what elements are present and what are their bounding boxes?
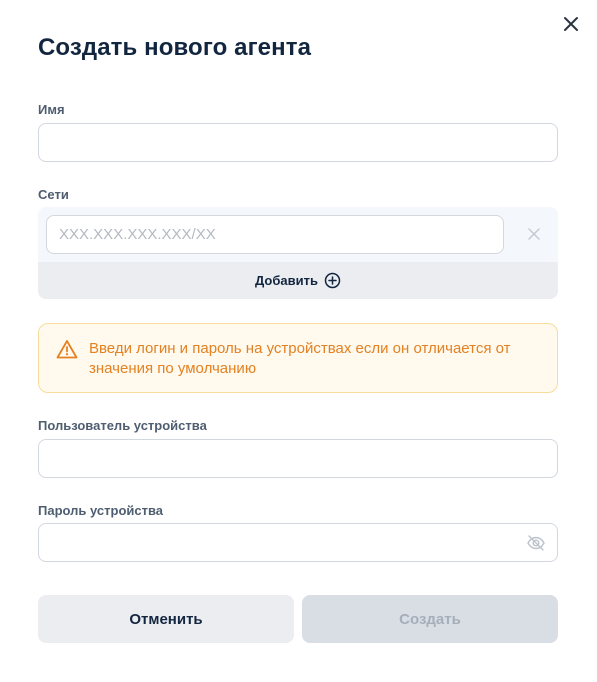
networks-section: Добавить	[38, 207, 558, 299]
network-input[interactable]	[46, 215, 504, 254]
name-label: Имя	[38, 102, 65, 117]
close-button[interactable]	[559, 12, 583, 36]
device-password-label: Пароль устройства	[38, 503, 164, 518]
warning-text: Введи логин и пароль на устройствах если…	[89, 340, 511, 377]
device-user-input[interactable]	[38, 439, 558, 478]
dialog-title: Создать нового агента	[38, 34, 312, 61]
close-icon	[564, 17, 578, 31]
plus-circle-icon	[324, 272, 341, 289]
add-network-button[interactable]: Добавить	[38, 262, 558, 299]
name-input[interactable]	[38, 123, 558, 162]
warning-triangle-icon	[56, 340, 78, 359]
create-button[interactable]: Создать	[302, 595, 558, 643]
cancel-button[interactable]: Отменить	[38, 595, 294, 643]
network-clear-button[interactable]	[526, 226, 542, 242]
device-user-label: Пользователь устройства	[38, 418, 207, 433]
warning-banner: Введи логин и пароль на устройствах если…	[38, 323, 558, 393]
networks-label: Сети	[38, 187, 69, 202]
close-icon	[528, 228, 540, 240]
create-agent-dialog: Создать нового агента Имя Сети Добавить …	[0, 0, 597, 682]
eye-off-icon[interactable]	[526, 533, 546, 553]
add-network-label: Добавить	[255, 273, 318, 288]
device-password-input[interactable]	[38, 523, 558, 562]
